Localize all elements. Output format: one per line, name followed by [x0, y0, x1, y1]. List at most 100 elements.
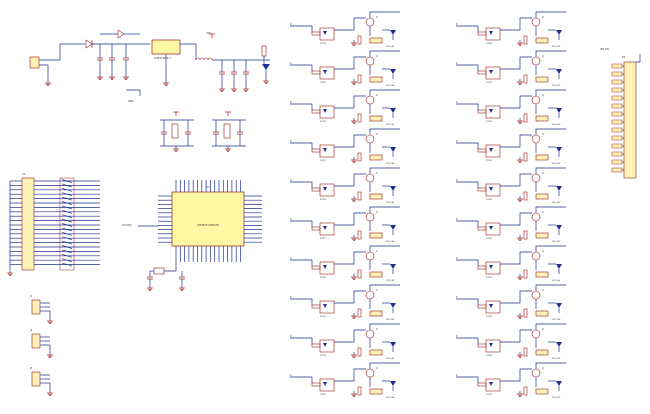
status-led	[390, 303, 396, 308]
channel-net-label: VIN_24V	[386, 358, 395, 360]
terminal-pin	[611, 87, 623, 93]
status-led	[556, 342, 562, 347]
driver-channel: R PC817 Q VIN_24V	[456, 89, 566, 126]
mosfet-label: Q	[376, 55, 378, 58]
wire	[456, 25, 479, 32]
wire	[290, 337, 313, 344]
channel-net-label: VIN_24V	[552, 397, 561, 399]
opto-led	[323, 31, 327, 35]
wire	[334, 251, 366, 265]
opto-label: PC817	[320, 121, 327, 123]
diode	[117, 29, 125, 39]
optocoupler	[485, 183, 501, 197]
mcu-net-label: VCC3V3	[122, 224, 132, 227]
channel-net-label: VIN_24V	[386, 397, 395, 399]
schematic-sheet: LM2576T-5.0 VCC GND P1 U1 STM32F103RCT6 VCC3…	[7, 11, 641, 399]
status-led	[556, 30, 562, 35]
output-terminal	[535, 310, 549, 317]
power-port	[173, 111, 179, 116]
ground-symbol	[173, 146, 179, 152]
opto-label: PC817	[486, 355, 493, 357]
ground-symbol	[123, 74, 129, 80]
channel-net-label: VIN_24V	[552, 319, 561, 321]
small-header-designator: J2	[29, 329, 33, 332]
wire	[369, 128, 400, 135]
ground-symbol	[517, 274, 523, 280]
wire	[290, 142, 313, 149]
input-net-label: R	[456, 179, 458, 182]
small-header: J2	[29, 329, 53, 358]
wire	[334, 329, 366, 343]
ground-symbol	[225, 146, 231, 152]
wire	[535, 128, 566, 135]
wire	[456, 259, 479, 266]
status-led	[390, 381, 396, 386]
ground-symbol	[351, 391, 357, 397]
gate-resistor	[357, 230, 362, 240]
status-led	[390, 108, 396, 113]
terminal-pin	[611, 71, 623, 77]
output-terminal	[535, 37, 549, 44]
input-net-label: R	[456, 335, 458, 338]
optocoupler	[319, 300, 335, 314]
wire	[369, 362, 400, 369]
terminal-pin	[611, 127, 623, 133]
status-led	[556, 225, 562, 230]
crystal	[153, 267, 165, 275]
output-terminal	[369, 37, 383, 44]
opto-led	[489, 343, 493, 347]
ground-symbol	[351, 40, 357, 46]
optocoupler	[485, 27, 501, 41]
opto-label: PC817	[320, 238, 327, 240]
driver-channel: R PC817 Q VIN_24V	[456, 11, 566, 48]
driver-channel: R PC817 Q VIN_24V	[290, 128, 400, 165]
input-net-label: R	[290, 296, 292, 299]
ground-symbol	[7, 270, 13, 276]
power-led	[262, 64, 270, 70]
mosfet-label: Q	[542, 172, 544, 175]
input-resistor	[311, 226, 321, 231]
gate-resistor	[357, 347, 362, 357]
output-terminal	[369, 115, 383, 122]
wire	[369, 206, 400, 213]
wire	[334, 368, 366, 382]
output-terminal	[535, 76, 549, 83]
mosfet	[365, 56, 375, 66]
mosfet-label: Q	[376, 250, 378, 253]
capacitor	[237, 120, 243, 146]
wire	[500, 95, 532, 109]
opto-label: PC817	[320, 394, 327, 396]
ground-symbol	[351, 196, 357, 202]
opto-led	[489, 382, 493, 386]
wire	[535, 167, 566, 174]
protection-diode	[85, 39, 93, 49]
wire	[290, 25, 313, 32]
optocoupler	[485, 144, 501, 158]
input-resistor	[477, 304, 487, 309]
ground-symbol	[109, 74, 115, 80]
gate-resistor	[523, 74, 528, 84]
input-net-label: R	[456, 296, 458, 299]
wire	[290, 220, 313, 227]
mosfet-label: Q	[542, 94, 544, 97]
opto-label: PC817	[486, 199, 493, 201]
optocoupler	[485, 105, 501, 119]
ground-symbol	[47, 318, 53, 324]
mcu-part-label: STM32F103RCT6	[197, 223, 219, 227]
right-header-designator: P2	[622, 55, 626, 59]
output-terminal	[369, 76, 383, 83]
wire	[369, 89, 400, 96]
opto-led	[489, 265, 493, 269]
input-net-label: R	[456, 257, 458, 260]
wire	[334, 212, 366, 226]
status-led	[556, 69, 562, 74]
opto-led	[323, 187, 327, 191]
optocoupler	[485, 300, 501, 314]
wire	[636, 54, 641, 63]
left-header-designator: P1	[22, 172, 26, 176]
driver-channel: R PC817 Q VIN_24V	[456, 206, 566, 243]
status-led	[390, 30, 396, 35]
opto-led	[323, 148, 327, 152]
wire	[334, 173, 366, 187]
terminal-pin	[611, 159, 623, 165]
